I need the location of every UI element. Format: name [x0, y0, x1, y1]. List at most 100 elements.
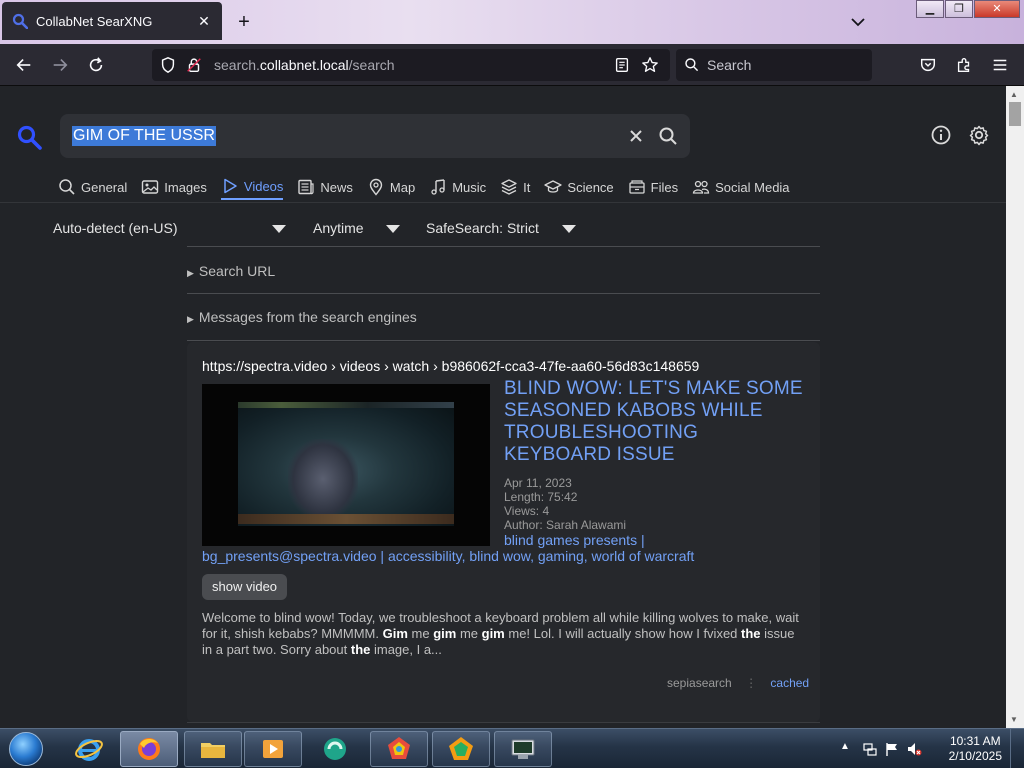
play-icon — [224, 178, 237, 194]
pentagon-app-icon[interactable] — [432, 731, 490, 767]
language-select[interactable]: Auto-detect (en-US) — [53, 220, 178, 236]
video-result-card: https://spectra.video › videos › watch ›… — [187, 342, 820, 722]
reader-view-icon[interactable] — [610, 53, 634, 77]
cached-link[interactable]: cached — [770, 676, 809, 690]
scroll-up-arrow-icon[interactable]: ▲ — [1010, 90, 1018, 99]
disclosure-triangle-icon: ▶ — [187, 268, 194, 278]
show-desktop-button[interactable] — [1010, 729, 1024, 768]
action-center-flag-icon[interactable] — [884, 741, 900, 757]
show-video-button[interactable]: show video — [202, 574, 288, 600]
file-explorer-folder-icon[interactable] — [184, 731, 242, 767]
result-title-link[interactable]: BLIND WOW: LET'S MAKE SOME SEASONED KABO… — [504, 378, 804, 466]
address-bar[interactable]: search.collabnet.local/search — [152, 49, 670, 81]
maximize-button[interactable]: ❐ — [945, 0, 973, 18]
tab-images[interactable]: Images — [141, 176, 207, 200]
media-player-icon[interactable] — [244, 731, 302, 767]
shield-icon[interactable] — [156, 53, 180, 77]
category-tabs: General Images Videos News Map Music It — [58, 176, 790, 204]
tab-general[interactable]: General — [58, 176, 127, 200]
people-icon — [692, 180, 710, 194]
bookmark-star-icon[interactable] — [638, 53, 662, 77]
tab-social-media[interactable]: Social Media — [692, 176, 790, 200]
back-arrow-icon[interactable] — [12, 53, 36, 77]
tab-files[interactable]: Files — [628, 176, 678, 200]
window-close-button[interactable]: ✕ — [974, 0, 1020, 18]
thumbnail-character — [288, 439, 358, 519]
url-prefix: search. — [214, 57, 260, 73]
show-hidden-icons-arrow-icon[interactable]: ▲ — [840, 741, 856, 757]
hamburger-menu-icon[interactable] — [988, 53, 1012, 77]
tab-label: Map — [389, 179, 416, 195]
search-submit-icon[interactable] — [657, 125, 679, 147]
time-dropdown-caret-icon[interactable] — [386, 225, 400, 233]
browser-tab[interactable]: CollabNet SearXNG ✕ — [2, 2, 222, 40]
volume-muted-icon[interactable] — [906, 741, 922, 757]
search-url-toggle[interactable]: ▶ Search URL — [187, 263, 275, 279]
result-tags-line-1[interactable]: blind games presents | — [504, 532, 645, 548]
colorful-app-icon[interactable] — [370, 731, 428, 767]
clear-search-icon[interactable] — [625, 125, 647, 147]
search-input[interactable]: GIM OF THE USSR — [60, 114, 690, 158]
tab-news[interactable]: News — [297, 176, 353, 200]
safesearch-dropdown-caret-icon[interactable] — [562, 225, 576, 233]
insecure-lock-icon[interactable] — [182, 53, 206, 77]
time-range-select[interactable]: Anytime — [313, 220, 364, 236]
url-text: search.collabnet.local/search — [214, 57, 395, 73]
safesearch-select[interactable]: SafeSearch: Strict — [426, 220, 539, 236]
browser-search-box[interactable]: Search — [676, 49, 872, 81]
divider — [187, 293, 820, 294]
snippet-text: me — [456, 626, 482, 641]
scroll-down-arrow-icon[interactable]: ▼ — [1010, 715, 1018, 724]
window-controls: ▁ ❐ ✕ — [915, 0, 1020, 18]
reload-icon[interactable] — [84, 53, 108, 77]
snippet-highlight: gim — [433, 626, 457, 641]
result-views: Views: 4 — [504, 504, 550, 518]
divider — [187, 340, 820, 341]
layers-icon — [501, 179, 517, 195]
firefox-icon[interactable] — [120, 731, 178, 767]
settings-gear-icon[interactable] — [968, 124, 990, 146]
map-pin-icon — [369, 178, 383, 196]
engine-messages-toggle[interactable]: ▶ Messages from the search engines — [187, 309, 417, 325]
result-snippet: Welcome to blind wow! Today, we troubles… — [202, 610, 807, 658]
thumbnail-hud-top — [238, 402, 454, 408]
clock-time: 10:31 AM — [949, 734, 1001, 748]
tab-map[interactable]: Map — [367, 176, 415, 200]
searxng-logo-icon[interactable] — [16, 124, 42, 150]
snippet-highlight: Gim — [382, 626, 408, 641]
tab-label: Social Media — [715, 179, 790, 195]
new-tab-button[interactable]: + — [232, 10, 256, 34]
info-icon[interactable] — [930, 124, 952, 146]
snippet-highlight: gim — [481, 626, 505, 641]
language-dropdown-caret-icon[interactable] — [272, 225, 286, 233]
tab-videos[interactable]: Videos — [220, 176, 284, 200]
tab-science[interactable]: Science — [544, 176, 614, 200]
start-button[interactable] — [4, 730, 48, 768]
teal-app-icon[interactable] — [306, 731, 364, 767]
tab-it[interactable]: It — [500, 176, 530, 200]
tab-close-icon[interactable]: ✕ — [196, 13, 212, 29]
tab-music[interactable]: Music — [429, 176, 486, 200]
minimize-button[interactable]: ▁ — [916, 0, 944, 18]
taskbar-clock[interactable]: 10:31 AM 2/10/2025 — [949, 734, 1002, 764]
forward-arrow-icon[interactable] — [48, 53, 72, 77]
searxng-page: GIM OF THE USSR General Images Videos Ne… — [0, 86, 1006, 728]
network-icon[interactable] — [862, 741, 878, 757]
terminal-monitor-icon[interactable] — [494, 731, 552, 767]
result-url[interactable]: https://spectra.video › videos › watch ›… — [202, 358, 699, 374]
page-scrollbar[interactable]: ▲ ▼ — [1006, 86, 1024, 728]
tab-label: Music — [452, 179, 487, 195]
windows-taskbar: ▲ 10:31 AM 2/10/2025 — [0, 728, 1024, 768]
result-tags-line-2[interactable]: bg_presents@spectra.video | accessibilit… — [202, 548, 694, 564]
pocket-icon[interactable] — [916, 53, 940, 77]
scrollbar-thumb[interactable] — [1009, 102, 1021, 126]
result-engines: sepiasearch ⋮ cached — [667, 676, 809, 690]
search-filters: Auto-detect (en-US) Anytime SafeSearch: … — [0, 220, 600, 240]
tab-label: It — [523, 179, 531, 195]
list-all-tabs-chevron-icon[interactable] — [848, 12, 868, 32]
browser-titlebar: CollabNet SearXNG ✕ + ▁ ❐ ✕ — [0, 0, 1024, 44]
video-thumbnail[interactable] — [202, 384, 490, 546]
extensions-puzzle-icon[interactable] — [952, 53, 976, 77]
url-path: /search — [348, 57, 395, 73]
internet-explorer-icon[interactable] — [60, 731, 118, 767]
